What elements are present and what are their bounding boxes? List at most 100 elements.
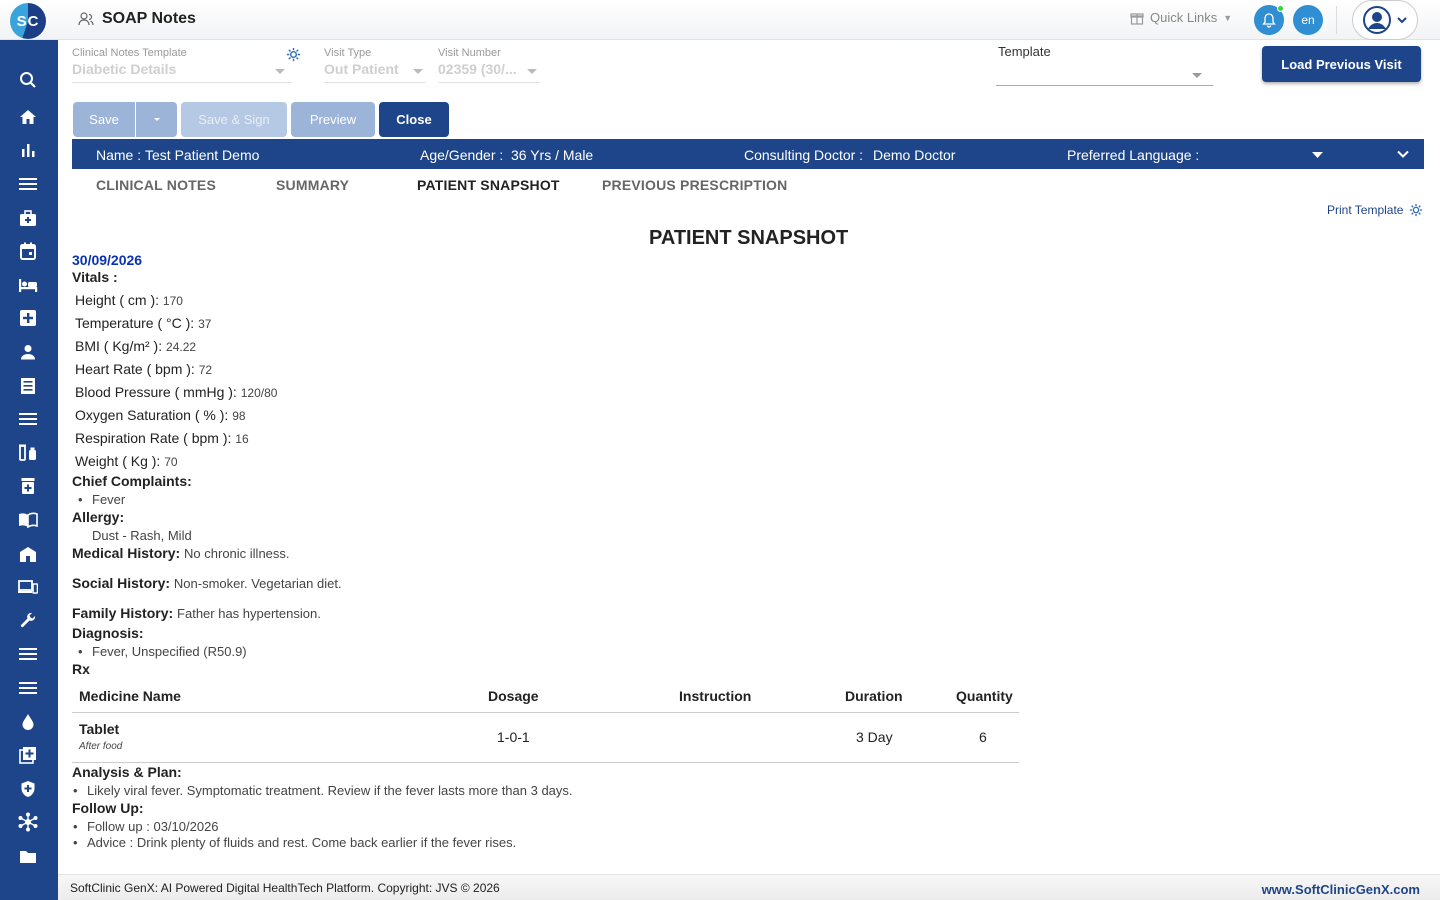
sidebar-menu-icon[interactable]: [16, 172, 40, 196]
save-options-dropdown[interactable]: [136, 102, 177, 137]
tab-summary[interactable]: SUMMARY: [276, 177, 349, 193]
sidebar-receipt-icon[interactable]: [16, 374, 40, 398]
vital-value: 70: [164, 455, 178, 469]
quick-links-dropdown[interactable]: Quick Links ▼: [1130, 10, 1232, 25]
sidebar-person-icon[interactable]: [16, 340, 40, 364]
clinical-notes-template-value: Diabetic Details: [72, 61, 177, 77]
save-button[interactable]: Save: [73, 102, 135, 137]
sidebar-wrench-icon[interactable]: [16, 609, 40, 633]
visit-type-value: Out Patient: [324, 61, 399, 77]
sidebar-hub-icon[interactable]: [16, 810, 40, 834]
sidebar-search-icon[interactable]: [16, 68, 40, 92]
expand-chevron-icon[interactable]: [1397, 150, 1409, 158]
family-history-section: Family History: Father has hypertension.: [72, 605, 321, 621]
sidebar-vaccine-icon[interactable]: [16, 441, 40, 465]
caret-down-icon: [1312, 152, 1323, 158]
table-divider: [72, 712, 1019, 713]
rx-col-quantity: Quantity: [956, 688, 1013, 704]
list-item: Fever, Unspecified (R50.9): [78, 644, 247, 659]
field-underline: [438, 82, 540, 83]
chevron-down-icon: [527, 69, 537, 74]
sidebar-blood-drop-icon[interactable]: [16, 710, 40, 734]
vital-label: Respiration Rate ( bpm ):: [75, 430, 232, 446]
vital-value: 120/80: [240, 386, 278, 400]
visit-number-label: Visit Number: [438, 47, 501, 59]
family-history-heading: Family History:: [72, 605, 174, 621]
field-underline: [324, 82, 426, 83]
age-gender-label: Age/Gender :: [420, 147, 504, 163]
field-underline: [72, 82, 292, 83]
tab-patient-snapshot[interactable]: PATIENT SNAPSHOT: [417, 177, 560, 193]
clinical-notes-template-label: Clinical Notes Template: [72, 47, 187, 59]
chief-complaint-text: Fever: [92, 492, 126, 507]
vital-oxygen-saturation: Oxygen Saturation ( % ): 98: [75, 407, 246, 423]
app-logo[interactable]: SC: [10, 3, 46, 39]
follow-up-heading: Follow Up:: [72, 800, 144, 816]
close-button[interactable]: Close: [379, 102, 449, 137]
sidebar-add-box-icon[interactable]: [16, 743, 40, 767]
sidebar-analytics-icon[interactable]: [16, 138, 40, 162]
sidebar-folder-icon[interactable]: [16, 844, 40, 868]
vital-label: Oxygen Saturation ( % ):: [75, 407, 229, 423]
visit-number-value: 02359 (30/...: [438, 61, 517, 77]
preferred-language-select[interactable]: [1202, 147, 1322, 163]
social-history-heading: Social History:: [72, 575, 171, 591]
sidebar-menu-icon[interactable]: [16, 676, 40, 700]
family-history-text: Father has hypertension.: [177, 606, 321, 621]
vital-value: 72: [198, 363, 213, 377]
sidebar-devices-icon[interactable]: [16, 575, 40, 599]
clinical-notes-template-select[interactable]: Clinical Notes Template Diabetic Details: [72, 47, 292, 83]
list-item: Follow up : 03/10/2026: [73, 819, 219, 834]
sidebar-shield-icon[interactable]: [16, 777, 40, 801]
language-button[interactable]: en: [1293, 5, 1323, 35]
print-template-label: Print Template: [1327, 203, 1404, 217]
sidebar-menu-icon[interactable]: [16, 407, 40, 431]
rx-medicine-note: After food: [79, 741, 123, 752]
vital-value: 98: [232, 409, 246, 423]
preview-button[interactable]: Preview: [291, 102, 375, 137]
sidebar-menu-icon[interactable]: [16, 642, 40, 666]
visit-type-label: Visit Type: [324, 47, 372, 59]
vital-value: 170: [162, 294, 183, 308]
social-history-section: Social History: Non-smoker. Vegetarian d…: [72, 575, 342, 591]
sidebar: [0, 40, 58, 900]
sidebar-book-icon[interactable]: [16, 508, 40, 532]
vitals-heading: Vitals :: [72, 269, 118, 285]
header-divider: [1336, 6, 1337, 34]
visit-date: 30/09/2026: [72, 252, 143, 268]
allergy-heading: Allergy:: [72, 509, 125, 525]
sidebar-hospital-building-icon[interactable]: [16, 542, 40, 566]
patient-name-label: Name :: [96, 147, 142, 163]
tab-previous-prescription[interactable]: PREVIOUS PRESCRIPTION: [602, 177, 787, 193]
sidebar-home-icon[interactable]: [16, 105, 40, 129]
table-divider: [72, 762, 1019, 763]
visit-type-select[interactable]: Visit Type Out Patient: [324, 47, 426, 83]
vital-value: 37: [198, 317, 212, 331]
template-select[interactable]: [996, 62, 1213, 86]
load-previous-visit-button[interactable]: Load Previous Visit: [1262, 46, 1421, 82]
print-template-link[interactable]: Print Template: [1327, 203, 1423, 217]
tab-clinical-notes[interactable]: CLINICAL NOTES: [96, 177, 216, 193]
sidebar-add-medical-icon[interactable]: [16, 306, 40, 330]
sidebar-medical-bag-icon[interactable]: [16, 206, 40, 230]
consulting-doctor: Demo Doctor: [873, 147, 956, 163]
user-menu[interactable]: [1352, 0, 1418, 40]
footer-copyright: SoftClinic GenX: AI Powered Digital Heal…: [70, 881, 500, 895]
list-item: Likely viral fever. Symptomatic treatmen…: [73, 783, 573, 798]
analysis-text: Likely viral fever. Symptomatic treatmen…: [87, 783, 573, 798]
save-and-sign-button[interactable]: Save & Sign: [181, 102, 287, 137]
settings-gear-icon[interactable]: [286, 47, 301, 62]
footer-website-link[interactable]: www.SoftClinicGenX.com: [1262, 882, 1420, 897]
vital-temperature: Temperature ( °C ): 37: [75, 315, 211, 331]
template-underline: [996, 85, 1213, 86]
visit-number-select[interactable]: Visit Number 02359 (30/...: [438, 47, 540, 83]
follow-up-date: Follow up : 03/10/2026: [87, 819, 219, 834]
bell-icon: [1262, 12, 1276, 28]
sidebar-medicine-box-icon[interactable]: [16, 474, 40, 498]
social-history-text: Non-smoker. Vegetarian diet.: [173, 576, 342, 591]
sidebar-bed-icon[interactable]: [16, 273, 40, 297]
sidebar-calendar-icon[interactable]: [16, 239, 40, 263]
vital-respiration-rate: Respiration Rate ( bpm ): 16: [75, 430, 249, 446]
vital-label: Height ( cm ):: [75, 292, 160, 308]
consulting-doctor-label: Consulting Doctor :: [744, 147, 864, 163]
